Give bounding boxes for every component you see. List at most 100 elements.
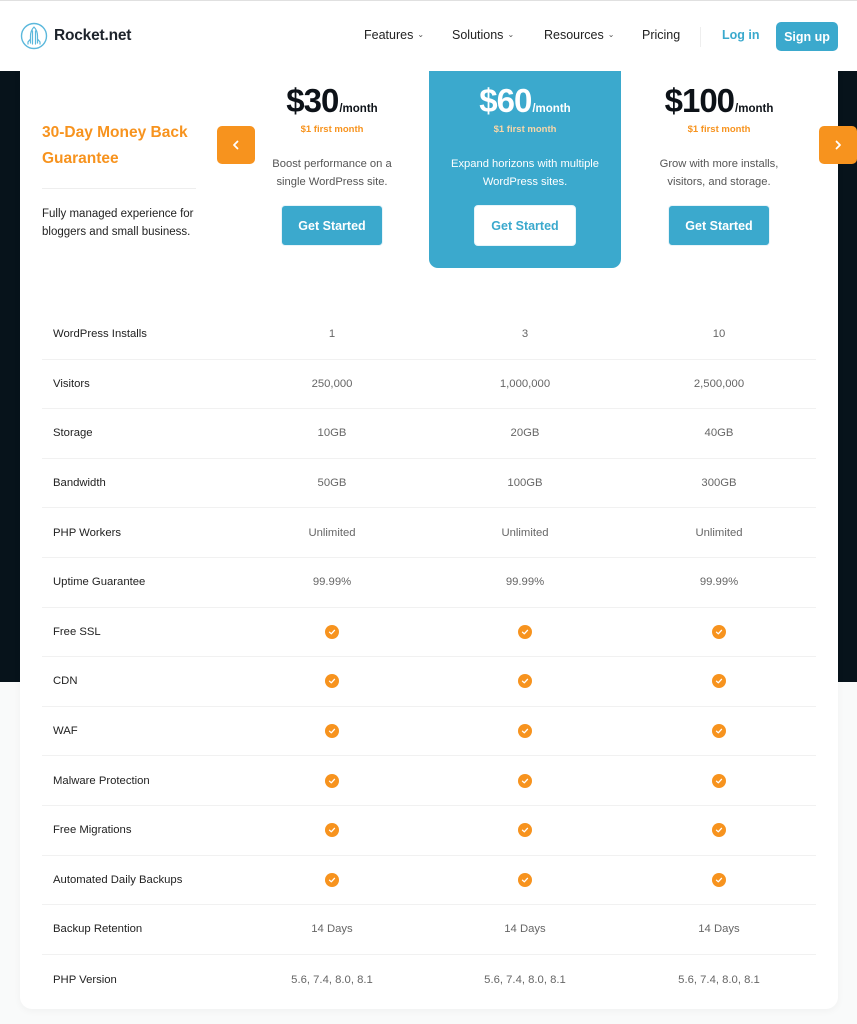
check-circle-icon [325, 624, 339, 639]
feature-label: Uptime Guarantee [53, 576, 146, 589]
nav-label: Resources [544, 28, 604, 42]
plan-price: $100 [664, 82, 735, 119]
feature-row: Visitors 250,000 1,000,000 2,500,000 [42, 360, 816, 410]
plan-description: Expand horizons with multiple WordPress … [429, 155, 621, 191]
nav-label: Solutions [452, 28, 504, 42]
check-circle-icon [518, 624, 532, 639]
feature-row: WAF [42, 707, 816, 757]
feature-label: WordPress Installs [53, 328, 147, 341]
feature-included [639, 856, 799, 905]
feature-included [252, 756, 412, 805]
nav-divider [700, 27, 701, 47]
feature-included [639, 707, 799, 756]
feature-label: Storage [53, 427, 93, 440]
feature-value: 14 Days [698, 923, 740, 936]
feature-value: 99.99% [505, 576, 545, 589]
feature-label: Bandwidth [53, 477, 106, 490]
feature-value: 10 [712, 328, 726, 341]
feature-included [252, 707, 412, 756]
nav-label: Features [364, 28, 414, 42]
check-circle-icon [325, 674, 339, 689]
feature-label: Malware Protection [53, 774, 150, 787]
feature-row: Storage 10GB 20GB 40GB [42, 409, 816, 459]
check-circle-icon [712, 724, 726, 739]
get-started-button[interactable]: Get Started [474, 205, 576, 246]
feature-included [252, 608, 412, 657]
chevron-down-icon: ⌄ [607, 29, 615, 39]
feature-included [445, 608, 605, 657]
feature-value: Unlimited [501, 526, 549, 539]
feature-row: Uptime Guarantee 99.99% 99.99% 99.99% [42, 558, 816, 608]
plan-period: /month [735, 103, 774, 115]
feature-row: WordPress Installs 1 3 10 [42, 310, 816, 360]
feature-value: 14 Days [504, 923, 546, 936]
feature-value: 99.99% [699, 576, 739, 589]
feature-included [639, 657, 799, 706]
check-circle-icon [325, 872, 339, 887]
signup-button[interactable]: Sign up [776, 22, 838, 51]
price-row: $30 /month [236, 82, 428, 120]
check-circle-icon [325, 724, 339, 739]
nav-solutions[interactable]: Solutions ⌄ [452, 28, 514, 42]
check-circle-icon [712, 773, 726, 788]
feature-value: 40GB [704, 427, 734, 440]
feature-label: WAF [53, 725, 78, 738]
feature-label: Visitors [53, 377, 90, 390]
feature-row: CDN [42, 657, 816, 707]
feature-row: Backup Retention 14 Days 14 Days 14 Days [42, 905, 816, 955]
chevron-left-icon [233, 140, 239, 150]
check-circle-icon [712, 872, 726, 887]
feature-label: Free SSL [53, 625, 101, 638]
nav-features[interactable]: Features ⌄ [364, 28, 424, 42]
feature-label: CDN [53, 675, 78, 688]
nav-resources[interactable]: Resources ⌄ [544, 28, 614, 42]
carousel-next-button[interactable] [819, 126, 857, 164]
nav-label: Pricing [642, 28, 681, 42]
feature-row: Free SSL [42, 608, 816, 658]
feature-included [445, 657, 605, 706]
guarantee-title: 30-Day Money Back Guarantee [42, 124, 188, 167]
feature-row: Bandwidth 50GB 100GB 300GB [42, 459, 816, 509]
plan-promo: $1 first month [300, 124, 364, 135]
chevron-down-icon: ⌄ [417, 29, 425, 39]
carousel-prev-button[interactable] [217, 126, 255, 164]
plan-period: /month [339, 103, 378, 115]
nav-pricing[interactable]: Pricing [642, 28, 680, 42]
feature-included [639, 806, 799, 855]
feature-included [252, 806, 412, 855]
feature-value: 5.6, 7.4, 8.0, 8.1 [484, 973, 566, 986]
features-table: WordPress Installs 1 3 10 Visitors 250,000 1,0… [42, 310, 816, 1004]
feature-label: Free Migrations [53, 824, 132, 837]
check-circle-icon [518, 724, 532, 739]
get-started-button[interactable]: Get Started [281, 205, 383, 246]
feature-value: 5.6, 7.4, 8.0, 8.1 [291, 973, 373, 986]
chevron-down-icon: ⌄ [507, 29, 515, 39]
feature-value: 5.6, 7.4, 8.0, 8.1 [678, 973, 760, 986]
feature-included [252, 657, 412, 706]
feature-row: Free Migrations [42, 806, 816, 856]
feature-label: PHP Version [53, 973, 117, 986]
feature-value: 10GB [317, 427, 347, 440]
check-circle-icon [518, 773, 532, 788]
feature-value: 14 Days [311, 923, 353, 936]
plan-period: /month [532, 103, 571, 115]
feature-row: PHP Workers Unlimited Unlimited Unlimited [42, 508, 816, 558]
pricing-card: 30-Day Money Back Guarantee Fully manage… [20, 30, 838, 1009]
check-circle-icon [712, 624, 726, 639]
feature-value: 250,000 [311, 377, 353, 390]
get-started-button[interactable]: Get Started [668, 205, 770, 246]
check-circle-icon [518, 872, 532, 887]
feature-included [252, 856, 412, 905]
plan-price: $60 [479, 82, 532, 119]
plan-description: Boost performance on a single WordPress … [236, 155, 428, 191]
divider [42, 188, 196, 189]
feature-row: Malware Protection [42, 756, 816, 806]
feature-label: Backup Retention [53, 923, 143, 936]
chevron-right-icon [835, 140, 841, 150]
check-circle-icon [518, 674, 532, 689]
plan-description-text: Expand horizons with multiple WordPress … [451, 158, 599, 188]
login-link[interactable]: Log in [722, 28, 760, 42]
feature-value: Unlimited [695, 526, 743, 539]
plan-promo: $1 first month [687, 124, 751, 135]
feature-value: 2,500,000 [693, 377, 745, 390]
